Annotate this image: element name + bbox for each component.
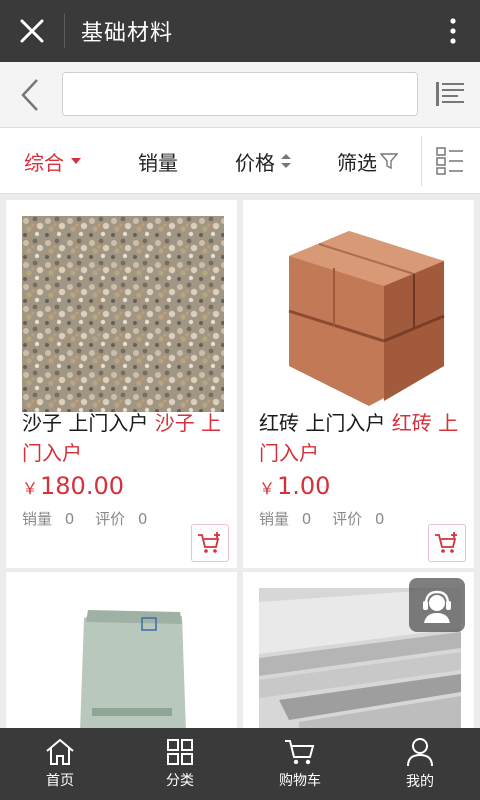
search-input[interactable] bbox=[62, 72, 418, 116]
nav-cart-label: 购物车 bbox=[279, 773, 321, 789]
add-cart-icon bbox=[435, 532, 457, 553]
search-bar bbox=[0, 62, 480, 128]
headset-icon bbox=[423, 590, 451, 623]
sort-sales[interactable]: 销量 bbox=[138, 128, 178, 194]
product-image-sand[interactable] bbox=[22, 216, 224, 412]
sort-filter-label: 筛选 bbox=[337, 150, 377, 175]
product-meta-brick: 销量 0 评价 0 bbox=[259, 510, 385, 528]
more-vertical-icon bbox=[450, 18, 456, 44]
nav-cart[interactable]: 购物车 bbox=[240, 728, 360, 800]
view-toggle-button[interactable] bbox=[436, 147, 464, 179]
bottom-nav: 首页 分类 购物车 我的 bbox=[0, 728, 480, 800]
sort-price[interactable]: 价格 bbox=[235, 128, 292, 194]
home-icon bbox=[46, 738, 74, 765]
sort-comprehensive[interactable]: 综合 bbox=[24, 128, 82, 194]
sort-bar: 综合 销量 价格 筛选 bbox=[0, 128, 480, 194]
product-card-brick[interactable]: 红砖 上门入户 红砖 上门入户 ￥1.00 销量 0 评价 0 bbox=[243, 200, 474, 568]
product-meta-sand: 销量 0 评价 0 bbox=[22, 510, 148, 528]
product-card-cement[interactable] bbox=[6, 572, 237, 732]
customer-service-button[interactable] bbox=[409, 578, 465, 632]
title-divider bbox=[64, 14, 65, 48]
sort-updown-icon bbox=[281, 154, 291, 168]
back-button[interactable] bbox=[10, 75, 50, 115]
close-icon bbox=[20, 19, 44, 43]
list-view-icon bbox=[436, 147, 463, 175]
sort-filter[interactable]: 筛选 bbox=[337, 128, 398, 194]
sort-comprehensive-label: 综合 bbox=[24, 150, 64, 175]
product-image-cement[interactable] bbox=[22, 588, 224, 732]
add-cart-icon bbox=[198, 532, 220, 553]
grid-icon bbox=[167, 739, 193, 765]
chevron-left-icon bbox=[21, 79, 38, 111]
add-to-cart-button[interactable] bbox=[428, 524, 466, 562]
filter-icon bbox=[380, 153, 398, 170]
product-price-sand: ￥180.00 bbox=[22, 472, 124, 500]
list-menu-button[interactable] bbox=[430, 76, 470, 112]
nav-profile-label: 我的 bbox=[406, 774, 434, 790]
user-icon bbox=[407, 738, 433, 767]
more-button[interactable] bbox=[426, 0, 480, 62]
product-name-sand[interactable]: 沙子 上门入户 沙子 上门入户 bbox=[22, 408, 228, 468]
cart-icon bbox=[285, 740, 315, 765]
page-title: 基础材料 bbox=[81, 21, 174, 46]
sort-sales-label: 销量 bbox=[138, 150, 178, 175]
product-name-brick[interactable]: 红砖 上门入户 红砖 上门入户 bbox=[259, 408, 465, 468]
sort-divider bbox=[421, 136, 422, 186]
caret-down-icon bbox=[71, 158, 81, 164]
sort-price-label: 价格 bbox=[235, 150, 275, 175]
add-to-cart-button[interactable] bbox=[191, 524, 229, 562]
nav-home[interactable]: 首页 bbox=[0, 728, 120, 800]
nav-category[interactable]: 分类 bbox=[120, 728, 240, 800]
close-button[interactable] bbox=[0, 0, 64, 62]
list-menu-icon bbox=[436, 82, 464, 106]
nav-profile[interactable]: 我的 bbox=[360, 728, 480, 800]
nav-home-label: 首页 bbox=[46, 773, 74, 789]
product-image-brick[interactable] bbox=[259, 216, 461, 412]
product-price-brick: ￥1.00 bbox=[259, 472, 331, 500]
nav-category-label: 分类 bbox=[166, 773, 194, 789]
product-card-sand[interactable]: 沙子 上门入户 沙子 上门入户 ￥180.00 销量 0 评价 0 bbox=[6, 200, 237, 568]
title-bar: 基础材料 bbox=[0, 0, 480, 62]
